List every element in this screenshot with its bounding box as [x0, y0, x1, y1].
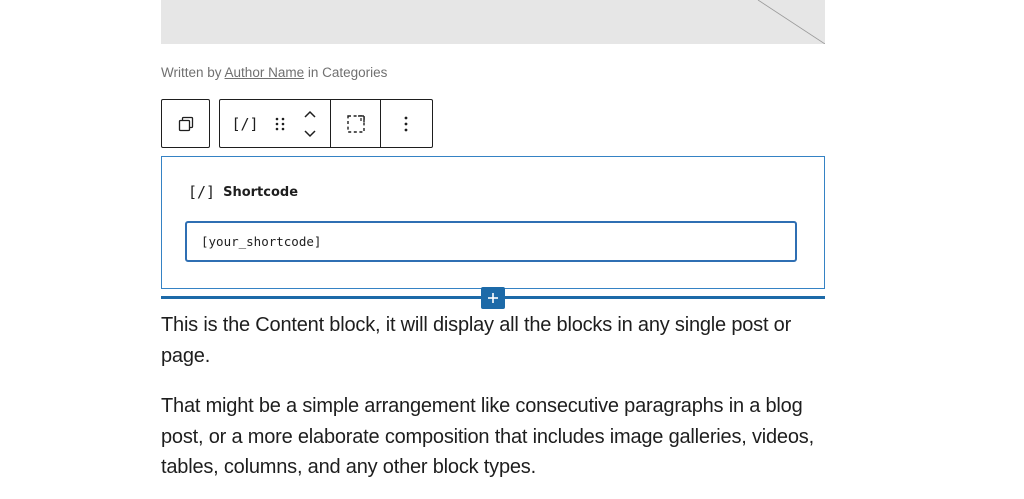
drag-handle-icon [275, 117, 285, 130]
byline-prefix: Written by [161, 65, 222, 80]
author-link[interactable]: Author Name [225, 65, 305, 80]
more-options-icon [404, 116, 408, 131]
group-select-icon [346, 114, 365, 133]
move-down-button[interactable] [290, 124, 330, 144]
post-byline: Written by Author Name in Categories [161, 65, 387, 83]
shortcode-input[interactable] [185, 221, 797, 262]
mover-controls [290, 100, 330, 147]
plus-icon [488, 293, 498, 303]
content-paragraph[interactable]: This is the Content block, it will displ… [161, 310, 831, 371]
block-toolbar: [/] [161, 99, 433, 148]
placeholder-diagonal-icon [757, 0, 825, 44]
shortcode-type-icon: [/] [231, 114, 259, 133]
chevron-up-icon [304, 110, 316, 118]
block-inserter-button[interactable] [481, 287, 505, 309]
content-paragraph[interactable]: That might be a simple arrangement like … [161, 391, 831, 483]
transform-button[interactable] [331, 100, 380, 147]
shortcode-block-title: Shortcode [223, 184, 299, 200]
shortcode-block[interactable]: [/] Shortcode [161, 156, 825, 289]
parent-block-icon [178, 116, 193, 131]
block-type-button[interactable]: [/] [220, 100, 270, 147]
select-parent-button[interactable] [162, 100, 209, 147]
drag-handle[interactable] [270, 100, 290, 147]
chevron-down-icon [304, 129, 316, 137]
shortcode-block-header: [/] Shortcode [188, 183, 298, 201]
byline-middle: in [307, 65, 319, 80]
byline-categories: Categories [322, 65, 388, 80]
featured-image-placeholder [161, 0, 825, 44]
more-options-button[interactable] [381, 100, 431, 147]
toolbar-parent-group [161, 99, 210, 148]
shortcode-icon: [/] [188, 183, 216, 201]
move-up-button[interactable] [290, 104, 330, 124]
toolbar-main-group: [/] [219, 99, 433, 148]
